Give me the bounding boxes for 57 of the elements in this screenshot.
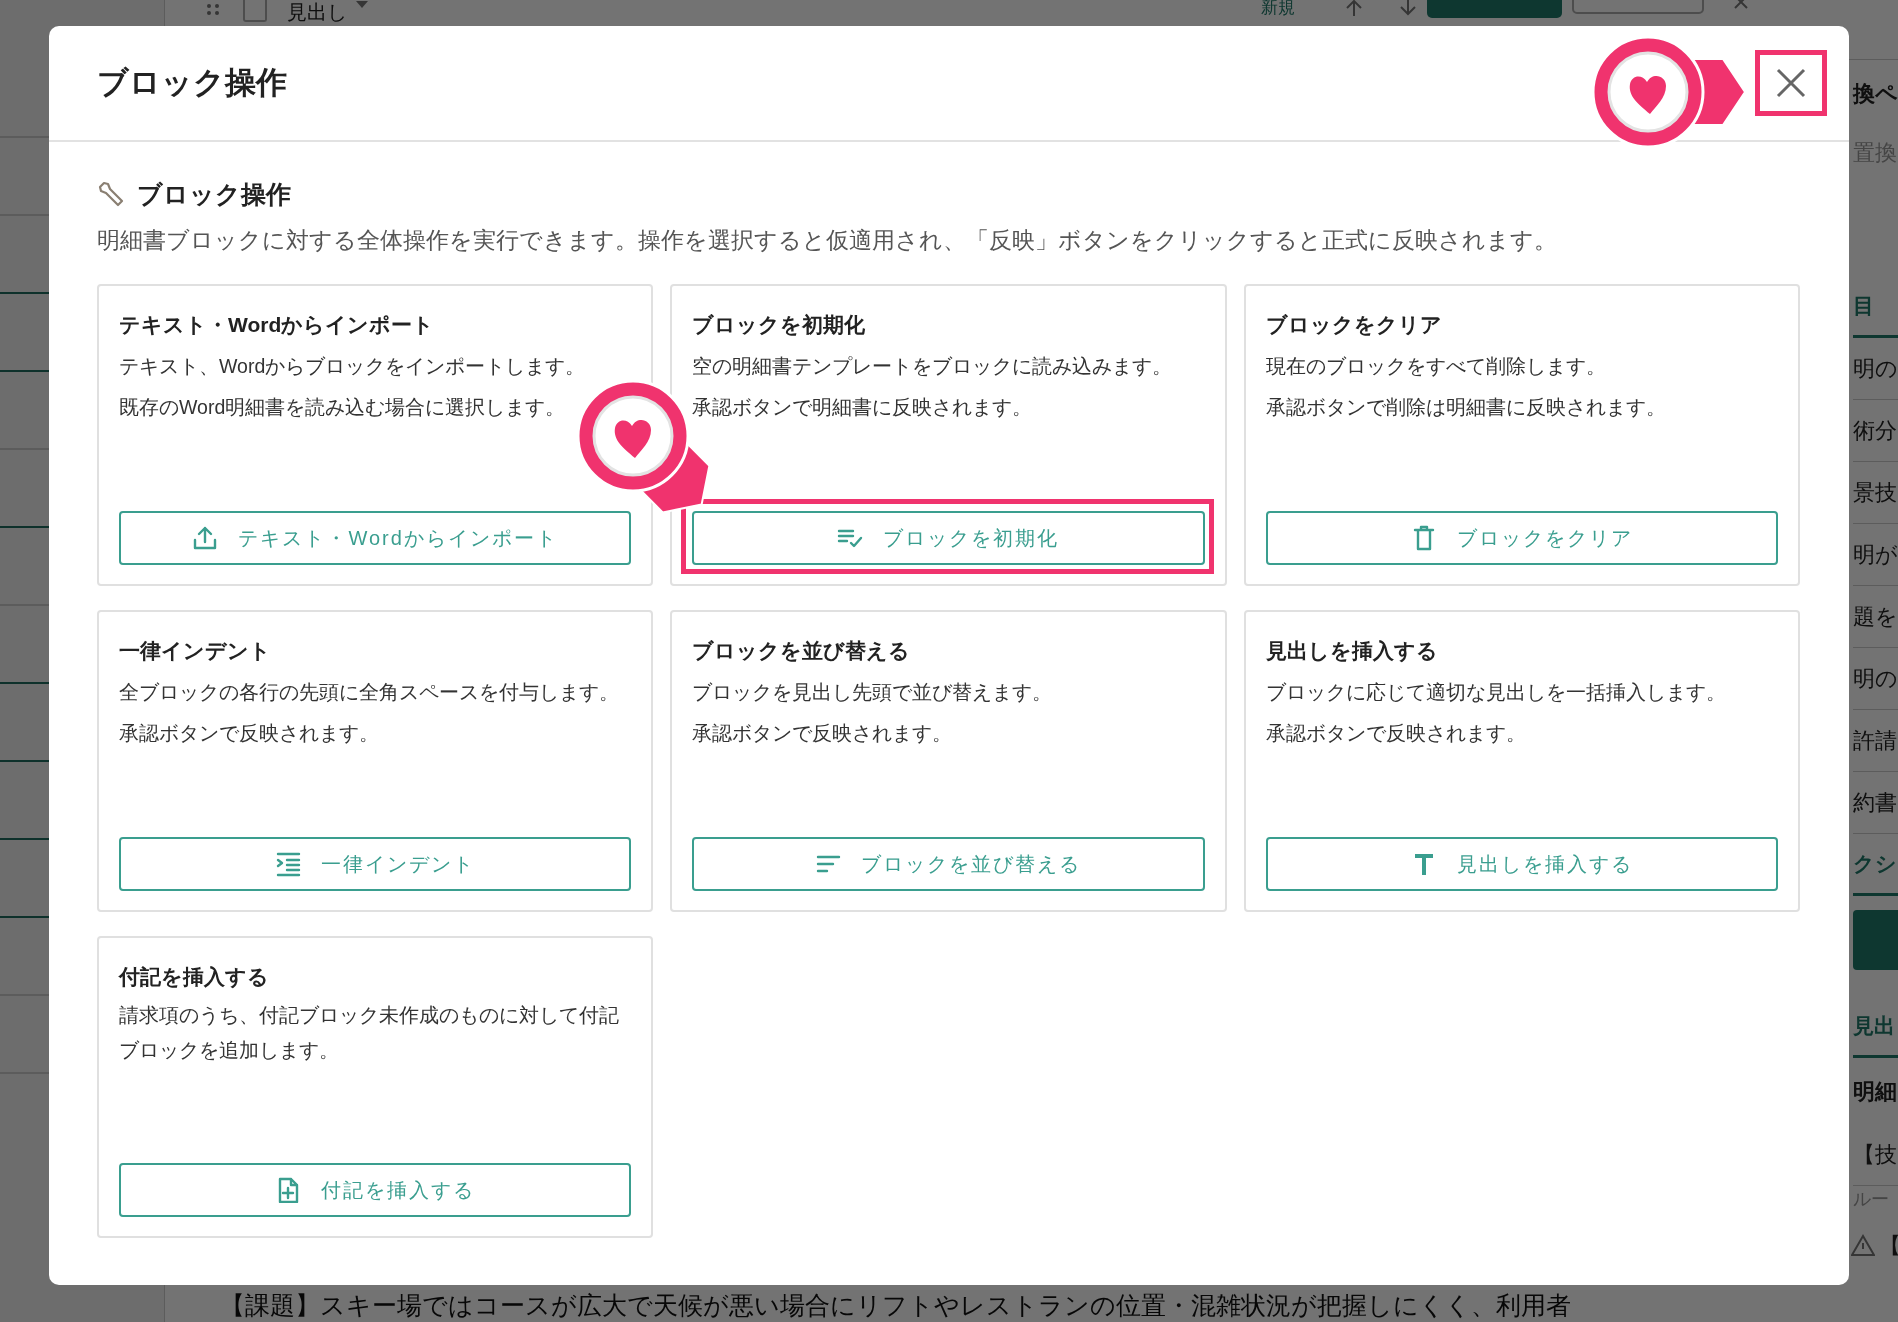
outline-item[interactable]: 明の: [1853, 338, 1898, 400]
checkbox[interactable]: [243, 0, 267, 22]
operation-button[interactable]: 見出しを挿入する: [1265, 837, 1778, 891]
section-title: ブロック操作: [137, 179, 291, 210]
close-icon: [1776, 68, 1806, 98]
card-text: 承認ボタンで削除は明細書に反映されます。: [1265, 395, 1667, 420]
outline-item[interactable]: 景技: [1853, 462, 1898, 524]
panel-tab[interactable]: クシ: [1853, 834, 1898, 896]
card-text: 承認ボタンで反映されます。: [1265, 721, 1527, 746]
card-text: 現在のブロックをすべて削除します。: [1265, 354, 1607, 379]
card-title: 見出しを挿入する: [1265, 638, 1439, 664]
indent-icon: [275, 851, 302, 877]
card-text: ブロックを見出し先頭で並び替えます。: [692, 680, 1054, 705]
card-text: 承認ボタンで反映されます。: [692, 721, 954, 746]
outline-item[interactable]: 約書: [1853, 772, 1898, 834]
operation-button[interactable]: ブロックを初期化: [692, 511, 1205, 565]
heading-select[interactable]: 見出し: [287, 0, 369, 23]
card-text: 承認ボタンで反映されます。: [119, 721, 380, 746]
card-title: ブロックをクリア: [1265, 312, 1443, 338]
card-title: テキスト・Wordからインポート: [119, 312, 436, 338]
operation-button[interactable]: 付記を挿入する: [119, 1163, 632, 1217]
card-title: 付記を挿入する: [119, 964, 270, 990]
panel-heading: 換ペ: [1853, 79, 1898, 108]
upload-icon: [192, 525, 219, 551]
outline-item[interactable]: 題を: [1853, 586, 1898, 648]
caret-icon: [355, 0, 369, 10]
operation-button[interactable]: テキスト・Wordからインポート: [119, 511, 632, 565]
panel-heading: 明細: [1853, 1077, 1898, 1106]
card-text: 空の明細書テンプレートをブロックに読み込みます。: [692, 354, 1174, 379]
card-text: 全ブロックの各行の先頭に全角スペースを付与します。: [119, 680, 620, 705]
modal-title: ブロック操作: [97, 64, 287, 102]
description-text: 明細書ブロックに対する全体操作を実行できます。操作を選択すると仮適用され、「反映」ボタンをクリックすると正式に反映されます。: [97, 227, 1558, 255]
panel-tab[interactable]: 見出: [1853, 996, 1898, 1058]
outline-item[interactable]: 明の: [1853, 648, 1898, 710]
card-title: ブロックを初期化: [692, 312, 867, 338]
arrow-up-icon[interactable]: [1345, 0, 1363, 16]
editor-text: 【課題】スキー場ではコースが広大で天候が悪い場合にリフトやレストランの位置・混雑状況が把握しにくく、利用者: [219, 1290, 1571, 1320]
arrow-down-icon[interactable]: [1399, 0, 1417, 16]
card-title: 一律インデント: [119, 638, 272, 664]
outline-item[interactable]: 【技: [1853, 1124, 1898, 1186]
card-text: ブロックに応じて適切な見出しを一括挿入します。: [1265, 680, 1727, 705]
outline-item[interactable]: 【: [1879, 1228, 1898, 1262]
operation-button[interactable]: ブロックを並び替える: [692, 837, 1205, 891]
outline-item[interactable]: 術分: [1853, 400, 1898, 462]
card-text: テキスト、Wordからブロックをインポートします。: [119, 354, 587, 379]
outline-item[interactable]: 許請: [1853, 710, 1898, 772]
warning-icon: [1851, 1234, 1875, 1256]
panel-tab[interactable]: 目: [1853, 276, 1898, 338]
operation-button[interactable]: ブロックをクリア: [1265, 511, 1778, 565]
operation-button[interactable]: 一律インデント: [119, 837, 632, 891]
card-text: 既存のWord明細書を読み込む場合に選択します。: [119, 395, 567, 420]
outline-item[interactable]: 明が: [1853, 524, 1898, 586]
close-button[interactable]: [1755, 50, 1827, 116]
card-title: ブロックを並び替える: [692, 638, 912, 664]
card-text: 承認ボタンで明細書に反映されます。: [692, 395, 1034, 420]
card-text: 請求項のうち、付記ブロック未作成のものに対して付記ブロックを追加します。: [119, 1003, 620, 1063]
wrench-icon: [97, 180, 125, 208]
